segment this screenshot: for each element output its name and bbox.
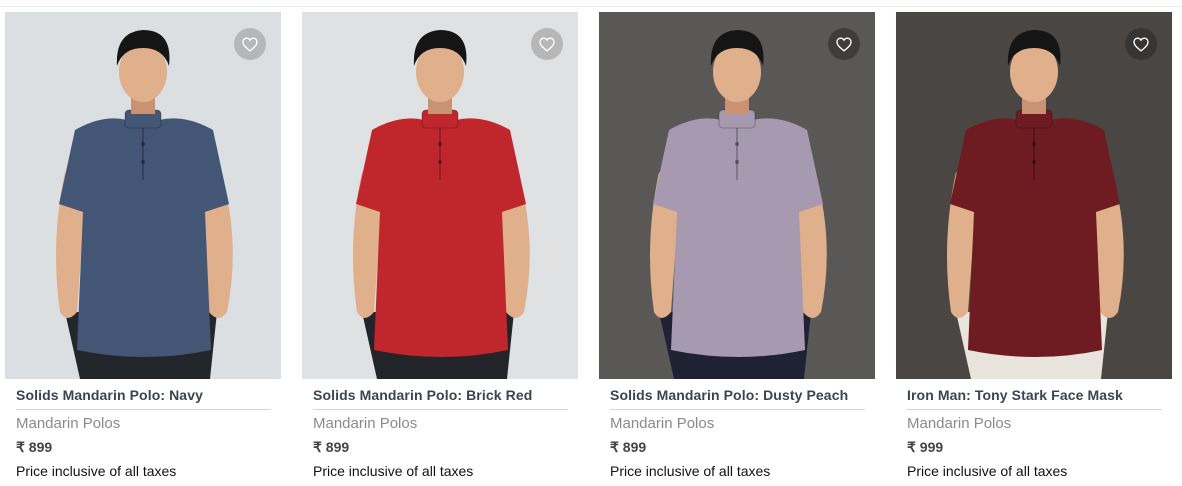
product-price: ₹ 899 bbox=[16, 439, 53, 455]
product-info: Solids Mandarin Polo: Navy Mandarin Polo… bbox=[5, 379, 281, 479]
product-image[interactable] bbox=[896, 12, 1172, 379]
product-title[interactable]: Iron Man: Tony Stark Face Mask bbox=[907, 387, 1162, 410]
tax-note: Price inclusive of all taxes bbox=[16, 463, 177, 479]
product-price: ₹ 899 bbox=[313, 439, 350, 455]
product-category: Mandarin Polos bbox=[610, 415, 715, 432]
product-category: Mandarin Polos bbox=[907, 415, 1012, 432]
product-card[interactable]: Iron Man: Tony Stark Face Mask Mandarin … bbox=[896, 12, 1172, 479]
model-figure bbox=[650, 30, 827, 379]
wishlist-button[interactable] bbox=[828, 28, 860, 60]
heart-outline-icon bbox=[1133, 36, 1149, 52]
model-figure bbox=[353, 30, 530, 379]
wishlist-button[interactable] bbox=[531, 28, 563, 60]
heart-outline-icon bbox=[539, 36, 555, 52]
product-image[interactable] bbox=[599, 12, 875, 379]
top-divider bbox=[0, 6, 1182, 7]
product-price: ₹ 899 bbox=[610, 439, 647, 455]
product-title[interactable]: Solids Mandarin Polo: Navy bbox=[16, 387, 271, 410]
model-figure bbox=[947, 30, 1124, 379]
tax-note: Price inclusive of all taxes bbox=[610, 463, 771, 479]
product-category: Mandarin Polos bbox=[16, 415, 121, 432]
product-card[interactable]: Solids Mandarin Polo: Dusty Peach Mandar… bbox=[599, 12, 875, 479]
product-grid: Solids Mandarin Polo: Navy Mandarin Polo… bbox=[5, 12, 1172, 479]
product-card[interactable]: Solids Mandarin Polo: Navy Mandarin Polo… bbox=[5, 12, 281, 479]
product-card[interactable]: Solids Mandarin Polo: Brick Red Mandarin… bbox=[302, 12, 578, 479]
model-figure bbox=[56, 30, 233, 379]
product-info: Iron Man: Tony Stark Face Mask Mandarin … bbox=[896, 379, 1172, 479]
wishlist-button[interactable] bbox=[1125, 28, 1157, 60]
wishlist-button[interactable] bbox=[234, 28, 266, 60]
tax-note: Price inclusive of all taxes bbox=[313, 463, 474, 479]
product-category: Mandarin Polos bbox=[313, 415, 418, 432]
product-info: Solids Mandarin Polo: Dusty Peach Mandar… bbox=[599, 379, 875, 479]
heart-outline-icon bbox=[242, 36, 258, 52]
product-image[interactable] bbox=[5, 12, 281, 379]
product-price: ₹ 999 bbox=[907, 439, 944, 455]
heart-outline-icon bbox=[836, 36, 852, 52]
product-title[interactable]: Solids Mandarin Polo: Brick Red bbox=[313, 387, 568, 410]
product-title[interactable]: Solids Mandarin Polo: Dusty Peach bbox=[610, 387, 865, 410]
tax-note: Price inclusive of all taxes bbox=[907, 463, 1068, 479]
product-image[interactable] bbox=[302, 12, 578, 379]
product-info: Solids Mandarin Polo: Brick Red Mandarin… bbox=[302, 379, 578, 479]
